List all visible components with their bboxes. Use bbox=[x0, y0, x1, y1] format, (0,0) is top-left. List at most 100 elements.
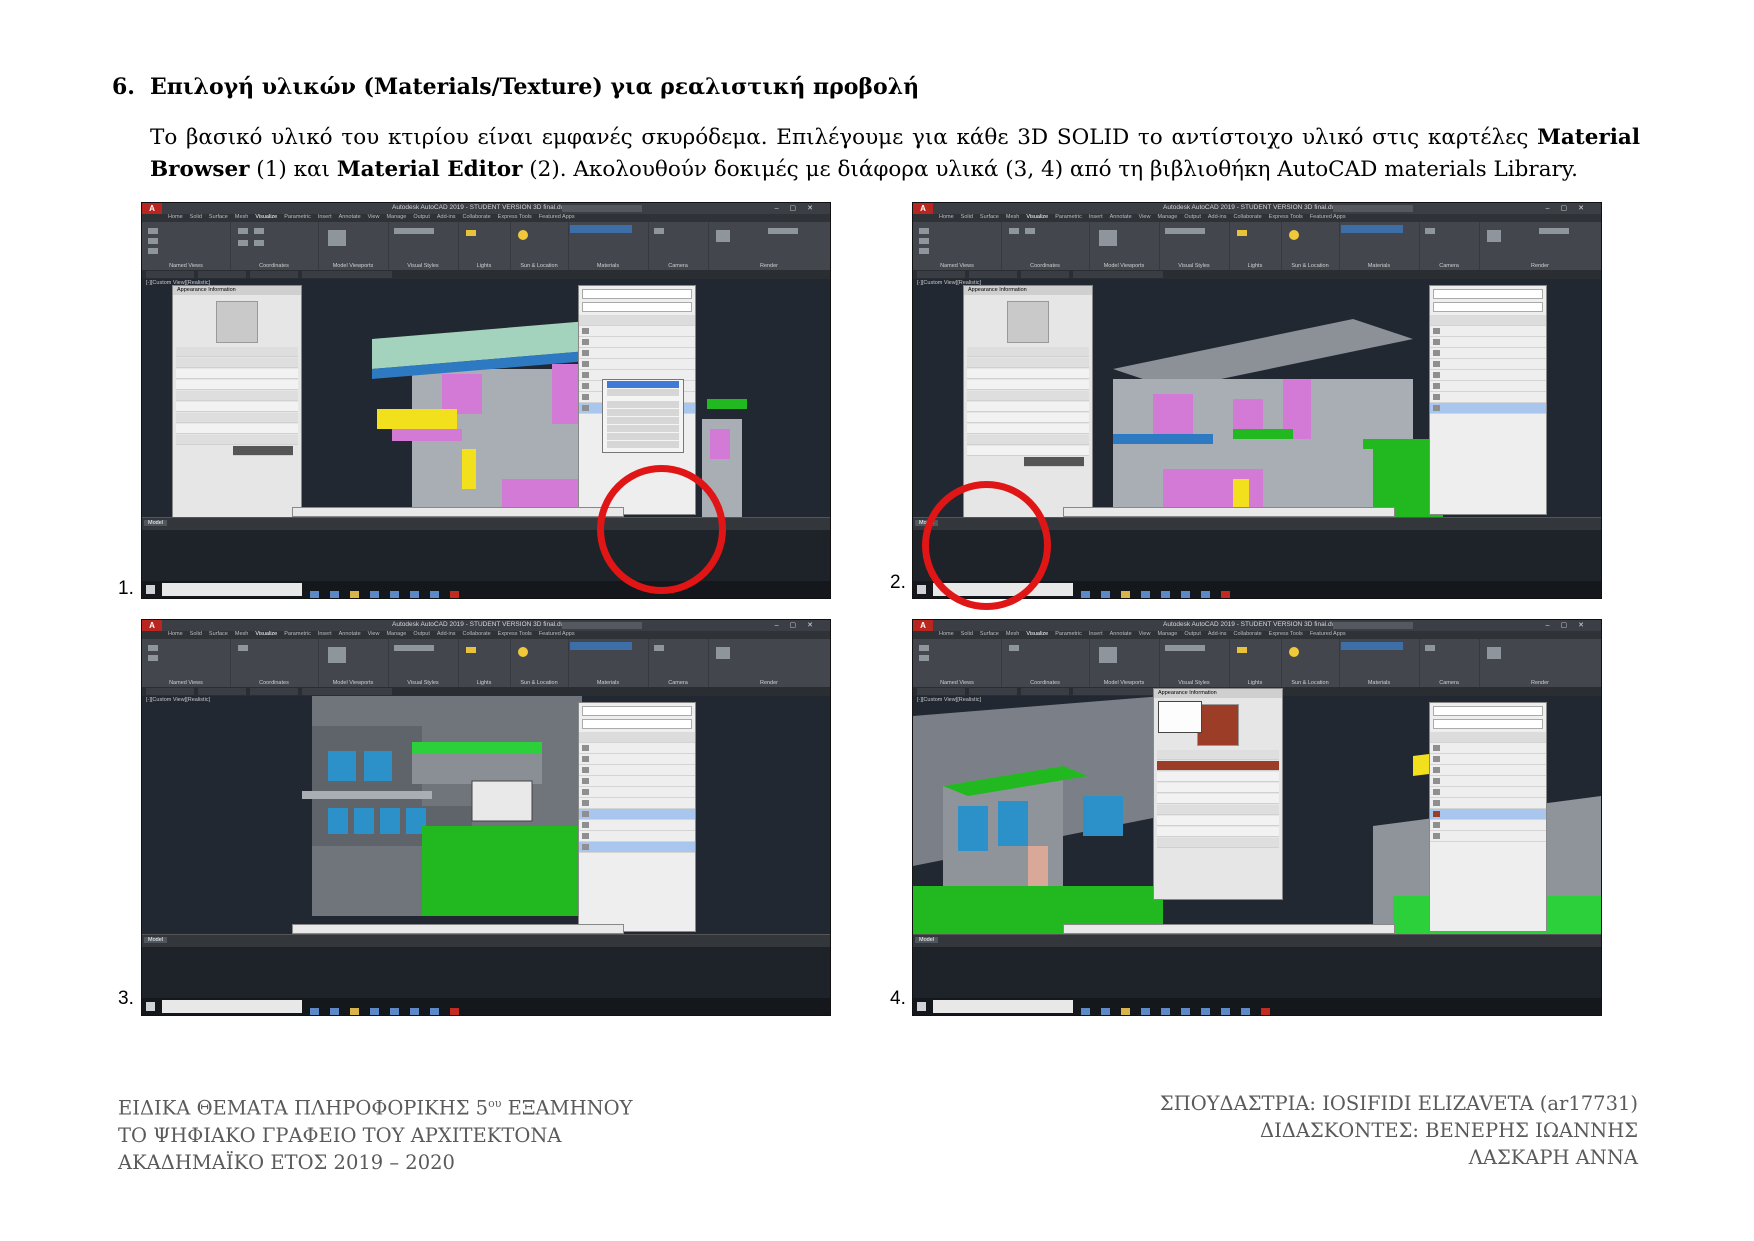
help-search-input[interactable] bbox=[1333, 622, 1413, 629]
materials-browser-button[interactable] bbox=[1341, 642, 1403, 650]
command-line[interactable] bbox=[1063, 924, 1395, 934]
help-search-input[interactable] bbox=[1333, 205, 1413, 212]
taskbar-search-box[interactable] bbox=[933, 1000, 1073, 1013]
editor-tabs[interactable]: Appearance Information bbox=[173, 286, 301, 295]
ribbon-group-render[interactable]: Render bbox=[1479, 639, 1601, 687]
document-materials-dropdown[interactable] bbox=[1433, 719, 1543, 729]
3d-viewport[interactable]: [-][Custom View][Realistic] Appearance I… bbox=[142, 279, 830, 519]
paragraph-text-1: Το βασικό υλικό του κτιρίου είναι εμφανέ… bbox=[150, 125, 1538, 150]
ribbon-group-model-viewports[interactable]: Model Viewports bbox=[1089, 639, 1160, 687]
command-line[interactable] bbox=[1063, 507, 1395, 517]
command-line[interactable] bbox=[292, 924, 624, 934]
ribbon-group-model-viewports[interactable]: Model Viewports bbox=[318, 222, 389, 270]
document-materials-dropdown[interactable] bbox=[582, 719, 692, 729]
ribbon-group-sun-location[interactable]: Sun & Location bbox=[510, 639, 569, 687]
windows-start-icon[interactable] bbox=[917, 585, 926, 594]
ribbon-group-coordinates[interactable]: Coordinates bbox=[230, 222, 319, 270]
window-controls[interactable]: –▢✕ bbox=[775, 204, 824, 212]
ribbon-group-sun-location[interactable]: Sun & Location bbox=[1281, 639, 1340, 687]
material-browser-panel[interactable] bbox=[1429, 702, 1547, 932]
ribbon-group-named-views[interactable]: Named Views bbox=[913, 222, 1002, 270]
window-controls[interactable]: –▢✕ bbox=[775, 621, 824, 629]
ribbon-tabs[interactable]: Home Solid Surface Mesh Visualize Parametric I… bbox=[142, 631, 830, 639]
command-line[interactable] bbox=[292, 507, 624, 517]
file-tabs[interactable] bbox=[913, 270, 1601, 279]
file-tabs[interactable] bbox=[142, 687, 830, 696]
ribbon-group-render[interactable]: Render bbox=[708, 639, 830, 687]
editor-tabs[interactable]: Appearance Information bbox=[1154, 689, 1282, 698]
help-search-input[interactable] bbox=[562, 622, 642, 629]
ribbon-group-named-views[interactable]: Named Views bbox=[142, 222, 231, 270]
window-controls[interactable]: –▢✕ bbox=[1546, 621, 1595, 629]
materials-browser-button[interactable] bbox=[570, 225, 632, 233]
file-tabs[interactable] bbox=[142, 270, 830, 279]
section-heading: 6. Επιλογή υλικών (Materials/Texture) για… bbox=[112, 74, 919, 100]
material-editor-panel[interactable]: Appearance Information bbox=[1153, 688, 1283, 900]
materials-browser-button[interactable] bbox=[570, 642, 632, 650]
material-search-input[interactable] bbox=[1433, 289, 1543, 299]
ribbon-group-named-views[interactable]: Named Views bbox=[142, 639, 231, 687]
ribbon-tabs[interactable]: Home Solid Surface Mesh Visualize Parametric I… bbox=[913, 631, 1601, 639]
ribbon-group-materials[interactable]: Materials bbox=[568, 639, 649, 687]
ribbon-group-camera[interactable]: Camera bbox=[1419, 639, 1480, 687]
windows-start-icon[interactable] bbox=[146, 585, 155, 594]
editor-tabs[interactable]: Appearance Information bbox=[964, 286, 1092, 295]
paragraph-text-3: (2). Ακολουθούν δοκιμές με διάφορα υλικά… bbox=[522, 157, 1578, 182]
material-search-input[interactable] bbox=[582, 706, 692, 716]
material-browser-panel[interactable] bbox=[578, 702, 696, 932]
help-search-input[interactable] bbox=[562, 205, 642, 212]
ribbon-group-visual-styles[interactable]: Visual Styles bbox=[388, 639, 459, 687]
material-editor-panel[interactable]: Appearance Information bbox=[172, 285, 302, 519]
model-tab[interactable]: Model bbox=[915, 937, 938, 943]
model-tab[interactable]: Model bbox=[144, 520, 167, 526]
taskbar-app-icons[interactable] bbox=[310, 585, 470, 598]
ribbon-group-lights[interactable]: Lights bbox=[458, 639, 511, 687]
context-menu[interactable] bbox=[602, 379, 684, 453]
3d-viewport[interactable]: [-][Custom View][Realistic] Appearance I… bbox=[913, 279, 1601, 519]
ribbon-tabs[interactable]: Home Solid Surface Mesh Visualize Parametric I… bbox=[142, 214, 830, 222]
document-materials-dropdown[interactable] bbox=[1433, 302, 1543, 312]
taskbar-app-icons[interactable] bbox=[1081, 1002, 1281, 1015]
title-bar: A Autodesk AutoCAD 2019 - STUDENT VERSIO… bbox=[142, 620, 830, 631]
windows-start-icon[interactable] bbox=[917, 1002, 926, 1011]
taskbar-app-icons[interactable] bbox=[1081, 585, 1241, 598]
ribbon-group-materials[interactable]: Materials bbox=[568, 222, 649, 270]
ribbon-group-coordinates[interactable]: Coordinates bbox=[1001, 222, 1090, 270]
ribbon-group-camera[interactable]: Camera bbox=[648, 639, 709, 687]
ribbon-group-visual-styles[interactable]: Visual Styles bbox=[1159, 639, 1230, 687]
ribbon-group-sun-location[interactable]: Sun & Location bbox=[1281, 222, 1340, 270]
ribbon-group-render[interactable]: Render bbox=[1479, 222, 1601, 270]
taskbar-app-icons[interactable] bbox=[310, 1002, 470, 1015]
ribbon-group-lights[interactable]: Lights bbox=[1229, 222, 1282, 270]
3d-viewport[interactable]: [-][Custom View][Realistic] bbox=[142, 696, 830, 934]
material-search-input[interactable] bbox=[1433, 706, 1543, 716]
materials-browser-button[interactable] bbox=[1341, 225, 1403, 233]
model-tab[interactable]: Model bbox=[144, 937, 167, 943]
taskbar-search-box[interactable] bbox=[162, 583, 302, 596]
ribbon-group-visual-styles[interactable]: Visual Styles bbox=[388, 222, 459, 270]
screenshot-label-1: 1. bbox=[118, 578, 134, 599]
3d-viewport[interactable]: [-][Custom View][Realistic] Appearance I… bbox=[913, 688, 1601, 934]
ribbon-group-visual-styles[interactable]: Visual Styles bbox=[1159, 222, 1230, 270]
window-controls[interactable]: –▢✕ bbox=[1546, 204, 1595, 212]
material-browser-panel[interactable] bbox=[1429, 285, 1547, 515]
ribbon-group-render[interactable]: Render bbox=[708, 222, 830, 270]
ribbon-group-model-viewports[interactable]: Model Viewports bbox=[318, 639, 389, 687]
ribbon-group-coordinates[interactable]: Coordinates bbox=[230, 639, 319, 687]
ribbon-group-lights[interactable]: Lights bbox=[1229, 639, 1282, 687]
ribbon-tabs[interactable]: Home Solid Surface Mesh Visualize Parametric I… bbox=[913, 214, 1601, 222]
ribbon-group-model-viewports[interactable]: Model Viewports bbox=[1089, 222, 1160, 270]
ribbon-group-camera[interactable]: Camera bbox=[1419, 222, 1480, 270]
taskbar-search-box[interactable] bbox=[162, 1000, 302, 1013]
document-materials-dropdown[interactable] bbox=[582, 302, 692, 312]
ribbon-group-coordinates[interactable]: Coordinates bbox=[1001, 639, 1090, 687]
ribbon-group-sun-location[interactable]: Sun & Location bbox=[510, 222, 569, 270]
ribbon-group-named-views[interactable]: Named Views bbox=[913, 639, 1002, 687]
ribbon-group-materials[interactable]: Materials bbox=[1339, 222, 1420, 270]
ribbon-group-lights[interactable]: Lights bbox=[458, 222, 511, 270]
ribbon-group-materials[interactable]: Materials bbox=[1339, 639, 1420, 687]
ribbon-group-camera[interactable]: Camera bbox=[648, 222, 709, 270]
material-search-input[interactable] bbox=[582, 289, 692, 299]
windows-start-icon[interactable] bbox=[146, 1002, 155, 1011]
footer-course-title: ΕΙΔΙΚΑ ΘΕΜΑΤΑ ΠΛΗΡΟΦΟΡΙΚΗΣ 5ου ΕΞΑΜΗΝΟΥ bbox=[118, 1096, 633, 1120]
